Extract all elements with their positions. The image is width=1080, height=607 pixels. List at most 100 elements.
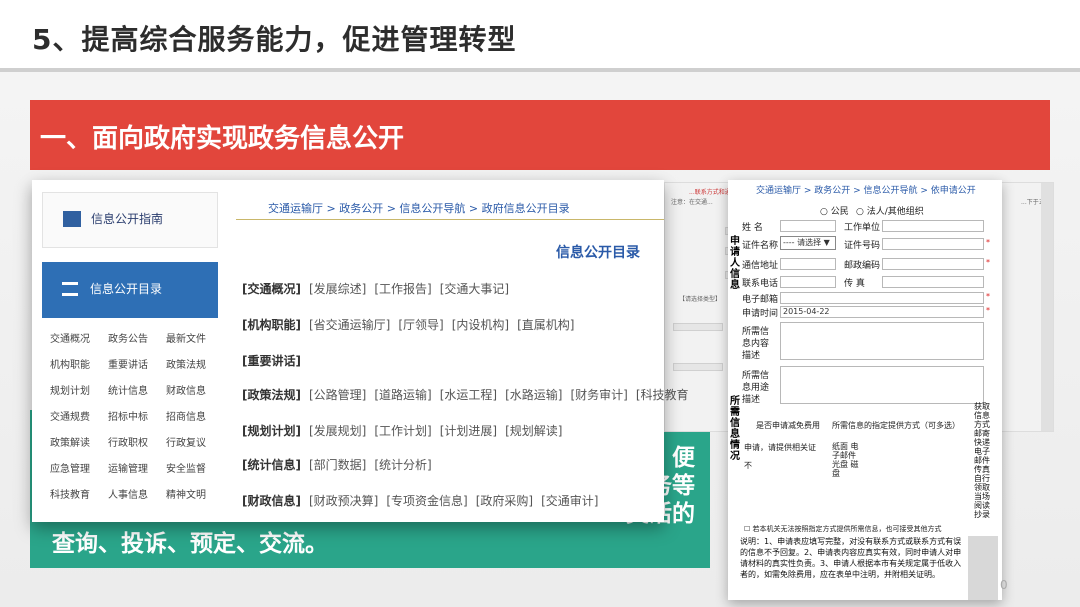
directory-link[interactable]: [规划解读] (505, 424, 562, 438)
date-label: 申请时间 (742, 309, 779, 319)
directory-row-heading[interactable]: [规划计划] (242, 424, 301, 438)
directory-row-heading[interactable]: [统计信息] (242, 458, 301, 472)
directory-link[interactable]: [财务审计] (570, 388, 627, 402)
breadcrumb: 交通运输厅 > 政务公开 > 信息公开导航 > 政府信息公开目录 (236, 196, 664, 220)
directory-link[interactable]: [道路运输] (374, 388, 431, 402)
category-link[interactable]: 招标中标 (108, 408, 148, 423)
directory-row: [机构职能] [省交通运输厅] [厅领导] [内设机构] [直属机构] (242, 316, 582, 333)
info-catalog-button[interactable]: 信息公开目录 (42, 262, 218, 318)
page-number: 0 (1000, 578, 1008, 592)
directory-link[interactable]: [内设机构] (452, 318, 509, 332)
category-link[interactable]: 机构职能 (50, 356, 90, 371)
fee-no-option[interactable]: 不 (744, 460, 752, 471)
title-divider (0, 68, 1080, 72)
radio-citizen[interactable]: ○ 公民 (820, 204, 849, 217)
directory-link[interactable]: [计划进展] (440, 424, 497, 438)
purpose-textarea[interactable] (780, 366, 984, 404)
date-input[interactable]: 2015-04-22 (780, 306, 984, 318)
directory-link[interactable]: [工作计划] (374, 424, 431, 438)
directory-link[interactable]: [厅领导] (398, 318, 443, 332)
directory-row-heading[interactable]: [重要讲话] (242, 354, 301, 368)
directory-link[interactable]: [水路运输] (505, 388, 562, 402)
category-link[interactable]: 政务公告 (108, 330, 148, 345)
category-link[interactable]: 交通规费 (50, 408, 90, 423)
back-form-select: 【请选择类型】 (679, 296, 722, 303)
phone-input[interactable] (780, 276, 836, 288)
category-link[interactable]: 行政复议 (166, 434, 206, 449)
delivery-method-column: 获取信息方式 邮寄 快递 电子邮件 传真 自行领取 当场阅读 抄录 (974, 402, 990, 519)
category-link[interactable]: 应急管理 (50, 460, 90, 475)
purpose-label: 所需信息用途描述 (742, 371, 770, 405)
content-textarea[interactable] (780, 322, 984, 360)
category-link[interactable]: 政策解读 (50, 434, 90, 449)
id-number-label: 证件号码 (844, 241, 881, 251)
radio-organization[interactable]: ○ 法人/其他组织 (856, 204, 924, 217)
alt-method-checkbox[interactable]: ☐ 若本机关无法按照指定方式提供所需信息，也可接受其他方式 (744, 524, 942, 534)
directory-link[interactable]: [发展综述] (309, 282, 366, 296)
directory-row-heading[interactable]: [财政信息] (242, 494, 301, 508)
info-guide-button[interactable]: 信息公开指南 (42, 192, 218, 248)
category-link[interactable]: 行政职权 (108, 434, 148, 449)
fax-input[interactable] (882, 276, 984, 288)
info-guide-label: 信息公开指南 (91, 212, 164, 226)
category-link[interactable]: 交通概况 (50, 330, 90, 345)
category-link[interactable]: 科技教育 (50, 486, 90, 501)
method-options[interactable]: 纸面 电子邮件 光盘 磁盘 (832, 442, 862, 478)
info-catalog-label: 信息公开目录 (90, 282, 163, 296)
category-link[interactable]: 招商信息 (166, 408, 206, 423)
category-link[interactable]: 最新文件 (166, 330, 206, 345)
name-input[interactable] (780, 220, 836, 232)
name-label: 姓 名 (742, 223, 763, 233)
category-link[interactable]: 重要讲话 (108, 356, 148, 371)
directory-link[interactable]: [部门数据] (309, 458, 366, 472)
id-number-input[interactable] (882, 238, 984, 250)
category-link[interactable]: 运输管理 (108, 460, 148, 475)
directory-row: [财政信息] [财政预决算] [专项资金信息] [政府采购] [交通审计] (242, 492, 606, 509)
portal-screenshot: 信息公开指南 信息公开目录 交通概况 政务公告 最新文件机构职能 重要讲话 政策法规规划… (32, 180, 689, 522)
scrollbar[interactable] (968, 536, 998, 600)
directory-link[interactable]: [发展规划] (309, 424, 366, 438)
slide-title: 5、提高综合服务能力，促进管理转型 (32, 23, 517, 56)
phone-label: 联系电话 (742, 279, 779, 289)
directory-link[interactable]: [专项资金信息] (386, 494, 467, 508)
teal-line-4: 查询、投诉、预定、交流。 (52, 531, 328, 557)
directory-row: [重要讲话] (242, 352, 309, 369)
fee-apply-option[interactable]: 申请，请提供相关证 (744, 442, 816, 453)
work-unit-label: 工作单位 (844, 223, 881, 233)
directory-link[interactable]: [省交通运输厅] (309, 318, 390, 332)
work-unit-input[interactable] (882, 220, 984, 232)
category-link[interactable]: 政策法规 (166, 356, 206, 371)
address-input[interactable] (780, 258, 836, 270)
directory-link[interactable]: [统计分析] (374, 458, 431, 472)
applicant-info-label: 申请人信息 (730, 236, 740, 291)
category-link[interactable]: 统计信息 (108, 382, 148, 397)
directory-link[interactable]: [科技教育 (636, 388, 689, 402)
category-link[interactable]: 精神文明 (166, 486, 206, 501)
required-info-label: 所需信息情况 (730, 396, 740, 462)
email-input[interactable] (780, 292, 984, 304)
category-link[interactable]: 规划计划 (50, 382, 90, 397)
directory-link[interactable]: [直属机构] (517, 318, 574, 332)
directory-title: 信息公开目录 (556, 245, 640, 261)
directory-link[interactable]: [交通审计] (541, 494, 598, 508)
directory-link[interactable]: [公路管理] (309, 388, 366, 402)
directory-link[interactable]: [水运工程] (440, 388, 497, 402)
directory-link[interactable]: [工作报告] (374, 282, 431, 296)
directory-link[interactable]: [交通大事记] (440, 282, 509, 296)
directory-row-heading[interactable]: [交通概况] (242, 282, 301, 296)
id-type-select[interactable]: ---- 请选择 ▼ (780, 236, 836, 250)
directory-row: [规划计划] [发展规划] [工作计划] [计划进展] [规划解读] (242, 422, 570, 439)
category-link[interactable]: 安全监督 (166, 460, 206, 475)
id-type-label: 证件名称 (742, 241, 779, 251)
category-link[interactable]: 人事信息 (108, 486, 148, 501)
directory-link[interactable]: [政府采购] (476, 494, 533, 508)
category-link[interactable]: 财政信息 (166, 382, 206, 397)
method-label: 所需信息的指定提供方式（可多选） (832, 421, 960, 430)
postcode-input[interactable] (882, 258, 984, 270)
directory-row: [政策法规] [公路管理] [道路运输] [水运工程] [水路运输] [财务审计] [科技教… (242, 386, 697, 403)
directory-row-heading[interactable]: [机构职能] (242, 318, 301, 332)
content-label: 所需信息内容描述 (742, 327, 770, 361)
menu-icon (62, 282, 78, 296)
directory-row-heading[interactable]: [政策法规] (242, 388, 301, 402)
directory-link[interactable]: [财政预决算] (309, 494, 378, 508)
